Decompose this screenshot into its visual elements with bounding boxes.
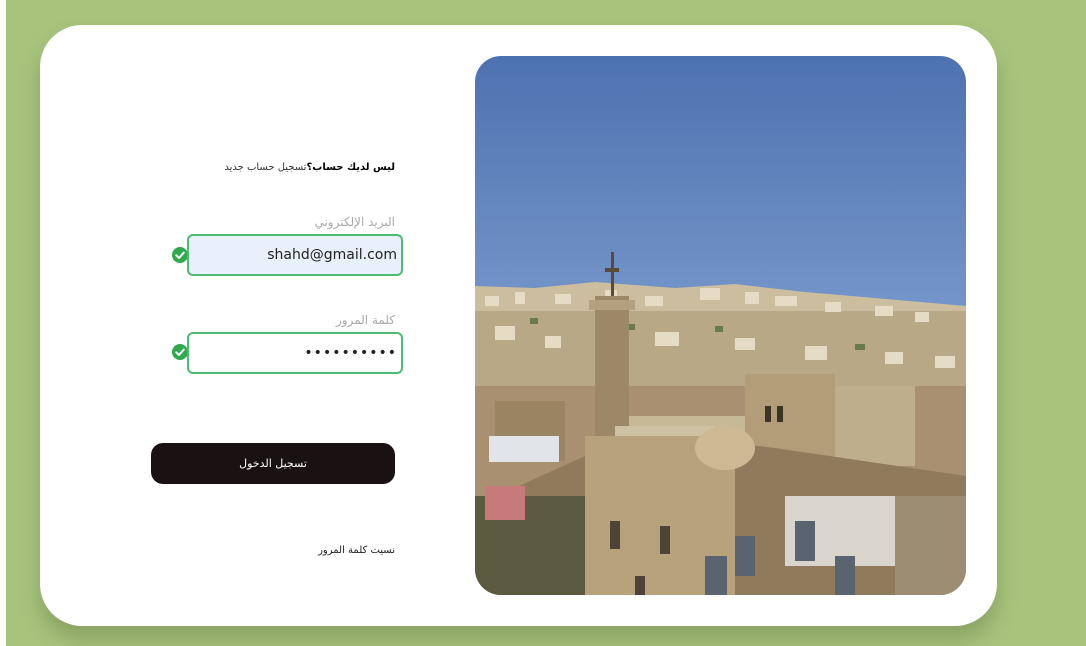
forgot-password-link[interactable]: نسيت كلمة المرور bbox=[318, 545, 395, 556]
login-button[interactable]: تسجيل الدخول bbox=[151, 443, 395, 484]
signup-prompt: ليس لديك حساب؟تسجيل حساب جديد bbox=[224, 162, 395, 173]
signup-question: ليس لديك حساب؟ bbox=[306, 162, 395, 173]
email-field[interactable] bbox=[187, 234, 403, 276]
email-label: البريد الإلكتروني bbox=[314, 215, 395, 229]
city-skyline-photo bbox=[475, 56, 966, 595]
password-field[interactable] bbox=[187, 332, 403, 374]
signup-link[interactable]: تسجيل حساب جديد bbox=[224, 162, 306, 173]
password-label: كلمة المرور bbox=[335, 313, 395, 327]
password-valid-check-icon bbox=[172, 344, 188, 360]
email-valid-check-icon bbox=[172, 247, 188, 263]
